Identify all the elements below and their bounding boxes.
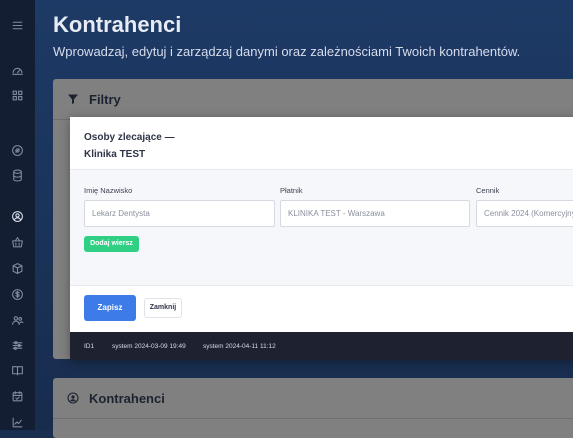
dollar-icon[interactable] (9, 286, 25, 302)
record-id: ID1 (84, 343, 95, 350)
filters-title: Filtry (89, 91, 121, 107)
filters-header[interactable]: Filtry (53, 79, 573, 120)
payer-select[interactable]: KLINIKA TEST - Warszawa (280, 200, 470, 227)
payer-label: Płatnik (280, 186, 303, 195)
book-icon[interactable] (9, 362, 25, 378)
menu-icon[interactable] (9, 17, 25, 33)
contractors-title: Kontrahenci (89, 390, 165, 406)
created-info: system 2024-03-09 19:49 (112, 343, 186, 350)
contractors-header[interactable]: Kontrahenci (53, 378, 573, 419)
modal-title-line1: Osoby zlecające — (84, 132, 175, 143)
grid-icon[interactable] (9, 87, 25, 103)
add-row-button[interactable]: Dodaj wiersz (84, 236, 139, 252)
page-subtitle: Wprowadzaj, edytuj i zarządzaj danymi or… (53, 44, 521, 59)
users-icon[interactable] (9, 312, 25, 328)
page-title: Kontrahenci (53, 12, 182, 37)
modified-info: system 2024-04-11 11:12 (203, 343, 276, 350)
box-icon[interactable] (9, 260, 25, 276)
modal-title: Osoby zlecające — Klinika TEST (84, 129, 175, 163)
price-list-label: Cennik (476, 186, 500, 195)
name-input[interactable]: Lekarz Dentysta (84, 200, 275, 227)
modal-footer: ID1 system 2024-03-09 19:49 system 2024-… (70, 332, 573, 360)
contractors-panel: Kontrahenci (53, 378, 573, 438)
price-list-select[interactable]: Cennik 2024 (Komercyjny) (476, 200, 573, 227)
sliders-icon[interactable] (9, 337, 25, 353)
database-icon[interactable] (9, 167, 25, 183)
user-circle-icon[interactable] (9, 208, 25, 224)
dashboard-icon[interactable] (9, 62, 25, 78)
modal-form: Imię Nazwisko Lekarz Dentysta Płatnik KL… (70, 169, 573, 286)
basket-icon[interactable] (9, 234, 25, 250)
modal-title-line2: Klinika TEST (84, 149, 146, 160)
modal-dialog: Osoby zlecające — Klinika TEST Imię Nazw… (70, 117, 573, 360)
calendar-check-icon[interactable] (9, 388, 25, 404)
save-button[interactable]: Zapisz (84, 295, 136, 321)
target-icon[interactable] (9, 142, 25, 158)
close-button[interactable]: Zamknij (144, 298, 182, 318)
sidebar (0, 0, 35, 430)
user-circle-icon (67, 392, 79, 404)
chart-icon[interactable] (9, 414, 25, 430)
name-label: Imię Nazwisko (84, 186, 133, 195)
filter-icon (68, 94, 78, 104)
